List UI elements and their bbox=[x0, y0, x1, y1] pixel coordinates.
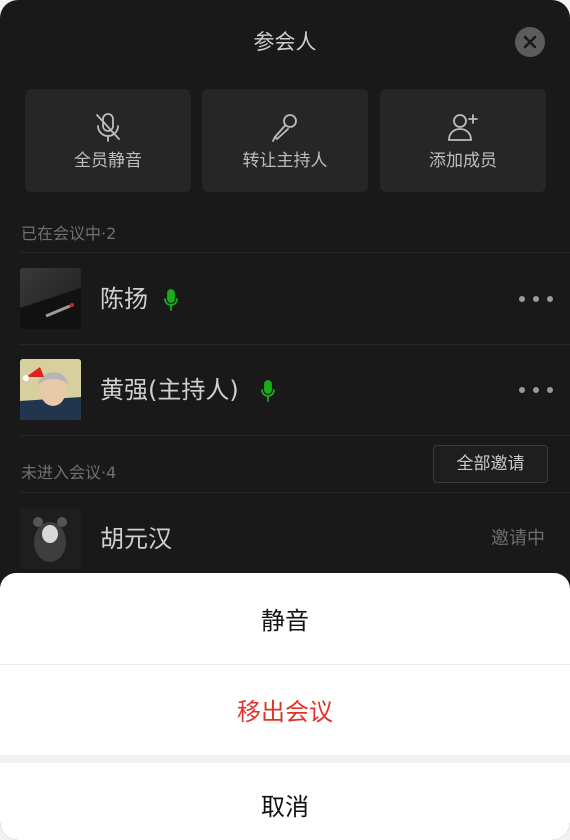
action-sheet: 静音 移出会议 取消 bbox=[0, 573, 570, 840]
sheet-gap bbox=[0, 755, 570, 763]
divider bbox=[0, 664, 570, 665]
add-member-button[interactable]: 添加成员 bbox=[380, 89, 546, 192]
participant-name: 陈扬 bbox=[100, 285, 148, 313]
close-icon bbox=[523, 35, 537, 49]
participants-screen: 参会人 全员静音 转让主持人 添加成员 已在会议中·2 陈扬 黄强(主持人) 未… bbox=[0, 0, 570, 840]
mic-on-icon bbox=[164, 289, 178, 311]
participant-row[interactable]: 胡元汉 邀请中 bbox=[0, 493, 570, 584]
not-joined-section-label: 未进入会议·4 bbox=[21, 463, 117, 482]
mic-off-icon bbox=[96, 113, 120, 142]
avatar bbox=[20, 268, 81, 329]
mic-on-icon bbox=[261, 380, 275, 402]
mute-all-button[interactable]: 全员静音 bbox=[25, 89, 191, 192]
invite-status: 邀请中 bbox=[491, 528, 545, 549]
add-user-icon bbox=[448, 114, 478, 141]
remove-from-meeting-option[interactable]: 移出会议 bbox=[0, 692, 570, 727]
invite-all-button[interactable]: 全部邀请 bbox=[433, 445, 548, 483]
mute-all-label: 全员静音 bbox=[74, 151, 142, 171]
add-member-label: 添加成员 bbox=[429, 151, 497, 171]
cancel-button[interactable]: 取消 bbox=[0, 787, 570, 822]
participant-name: 胡元汉 bbox=[100, 525, 172, 553]
in-meeting-section-label: 已在会议中·2 bbox=[21, 224, 117, 243]
transfer-host-label: 转让主持人 bbox=[242, 151, 328, 171]
participant-row[interactable]: 陈扬 bbox=[0, 253, 570, 344]
avatar bbox=[20, 359, 81, 420]
transfer-host-button[interactable]: 转让主持人 bbox=[202, 89, 368, 192]
mute-option[interactable]: 静音 bbox=[0, 601, 570, 636]
divider bbox=[20, 435, 570, 436]
close-button[interactable] bbox=[515, 27, 545, 57]
more-options-button[interactable] bbox=[519, 295, 553, 303]
participant-row[interactable]: 黄强(主持人) bbox=[0, 344, 570, 435]
more-options-button[interactable] bbox=[519, 386, 553, 394]
microphone-icon bbox=[272, 114, 297, 142]
participant-name: 黄强(主持人) bbox=[100, 376, 239, 404]
avatar bbox=[20, 508, 81, 569]
page-title: 参会人 bbox=[253, 30, 317, 54]
